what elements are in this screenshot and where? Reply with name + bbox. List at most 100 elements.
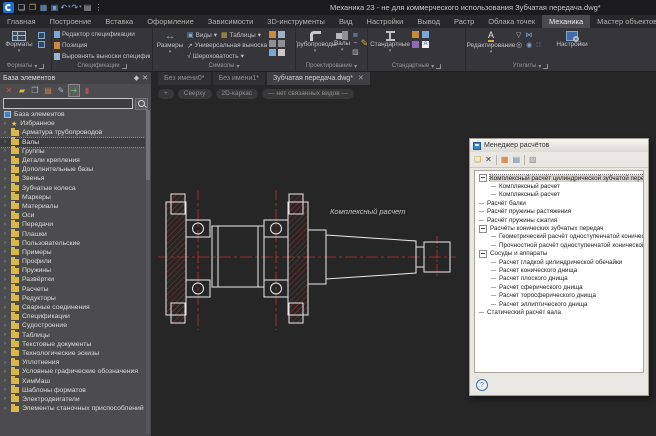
tree-item[interactable]: ›Сварные соединения bbox=[0, 303, 145, 312]
viewport-control-1[interactable]: Сверху bbox=[178, 89, 212, 99]
symbol-small-icon-2[interactable] bbox=[269, 40, 276, 47]
app-logo-icon[interactable] bbox=[3, 2, 14, 13]
tree-item[interactable]: ›Примеры bbox=[0, 248, 145, 257]
sync-base-icon[interactable]: ➔ bbox=[69, 85, 79, 96]
calc-tree-item[interactable]: Статический расчёт вала bbox=[475, 308, 643, 316]
save-calc-icon[interactable]: ▤ bbox=[512, 154, 520, 166]
ribbon-tab-построение[interactable]: Построение bbox=[43, 15, 99, 28]
expand-arrow-icon[interactable]: › bbox=[4, 350, 8, 356]
standard-text-icon[interactable]: A bbox=[422, 41, 429, 48]
help-icon[interactable]: ? bbox=[476, 379, 488, 391]
expand-arrow-icon[interactable]: › bbox=[4, 387, 8, 393]
recalc-icon[interactable]: ▦ bbox=[501, 154, 509, 166]
hatch-icon[interactable]: ▨ bbox=[352, 48, 359, 56]
symbol-small-icon-6[interactable] bbox=[278, 49, 285, 56]
ribbon-tab-главная[interactable]: Главная bbox=[0, 15, 43, 28]
ribbon-tab-механика[interactable]: Механика bbox=[542, 15, 590, 28]
ribbon-tab-облака точек[interactable]: Облака точек bbox=[481, 15, 542, 28]
format-small-icon-1[interactable] bbox=[38, 32, 45, 39]
dialog-launcher-icon[interactable] bbox=[122, 64, 127, 69]
calc-tree-item[interactable]: Комплексный расчет bbox=[475, 191, 643, 199]
tree-item[interactable]: ›Валы bbox=[0, 138, 145, 147]
edit-button[interactable]: A Редактирование ▾ bbox=[468, 30, 514, 61]
calc-tree-item[interactable]: Расчет конического днища bbox=[475, 266, 643, 274]
views-button[interactable]: ▣ Виды▾ bbox=[187, 30, 217, 40]
open-base-icon[interactable]: ▰ bbox=[17, 85, 27, 96]
expand-arrow-icon[interactable]: › bbox=[4, 213, 8, 219]
ribbon-tab-настройки[interactable]: Настройки bbox=[360, 15, 411, 28]
base-book-icon[interactable]: ▮ bbox=[82, 85, 92, 96]
tree-item[interactable]: ›Материалы bbox=[0, 202, 145, 211]
expand-arrow-icon[interactable]: › bbox=[4, 277, 8, 283]
standard-small-icon-1[interactable] bbox=[412, 31, 419, 38]
tree-item[interactable]: ›Пользовательские bbox=[0, 239, 145, 248]
tree-item[interactable]: ›Маркеры bbox=[0, 193, 145, 202]
tree-item[interactable]: ›Пружины bbox=[0, 266, 145, 275]
formats-button[interactable]: Форматы ▾ bbox=[2, 30, 36, 61]
expand-arrow-icon[interactable]: › bbox=[4, 259, 8, 265]
expand-arrow-icon[interactable]: › bbox=[4, 231, 8, 237]
expand-arrow-icon[interactable]: › bbox=[4, 323, 8, 329]
universal-leader-button[interactable]: ↗ Универсальная выноска▾ bbox=[187, 41, 267, 51]
symbol-small-icon-5[interactable] bbox=[278, 40, 285, 47]
expand-arrow-icon[interactable]: › bbox=[4, 249, 8, 255]
tree-item[interactable]: ›Плашки bbox=[0, 229, 145, 238]
copy-element-icon[interactable]: ❐ bbox=[30, 85, 40, 96]
symbol-small-icon-4[interactable] bbox=[278, 31, 285, 38]
expand-arrow-icon[interactable]: › bbox=[4, 378, 8, 384]
expand-arrow-icon[interactable]: › bbox=[4, 167, 8, 173]
calc-tree-item[interactable]: Расчет гладкой цилиндрической обечайки bbox=[475, 258, 643, 266]
new-file-icon[interactable]: ❏ bbox=[16, 1, 27, 14]
open-icon[interactable]: ❐ bbox=[27, 1, 38, 14]
expand-arrow-icon[interactable]: › bbox=[4, 158, 8, 164]
search-input[interactable] bbox=[3, 98, 133, 109]
expand-arrow-icon[interactable]: › bbox=[4, 314, 8, 320]
collapse-icon[interactable] bbox=[479, 174, 487, 182]
collapse-icon[interactable] bbox=[479, 250, 487, 258]
tree-item[interactable]: ›Редукторы bbox=[0, 294, 145, 303]
settings-button[interactable]: Настройки bbox=[554, 30, 590, 61]
standard-small-icon-2[interactable] bbox=[412, 41, 419, 48]
tree-item[interactable]: ›Арматура трубопроводов bbox=[0, 128, 145, 137]
dialog-launcher-icon[interactable] bbox=[543, 64, 548, 69]
measure-icon[interactable]: ▽ bbox=[516, 31, 521, 39]
edit-element-icon[interactable]: ✎ bbox=[56, 85, 66, 96]
ribbon-tab-растр[interactable]: Растр bbox=[447, 15, 481, 28]
expand-arrow-icon[interactable]: › bbox=[4, 341, 8, 347]
symbols-group-footer[interactable]: Символы▾ bbox=[153, 61, 295, 71]
tab-close-icon[interactable]: ✕ bbox=[358, 75, 364, 82]
standard-small-icon-3[interactable] bbox=[422, 31, 429, 38]
calc-tree-item[interactable]: Расчёты конических зубчатых передач bbox=[475, 224, 643, 232]
viewport-control-2[interactable]: 2D-каркас bbox=[216, 89, 259, 99]
redo-icon[interactable]: ↷▾ bbox=[71, 1, 82, 14]
expand-arrow-icon[interactable]: › bbox=[4, 286, 8, 292]
tree-root[interactable]: База элементов bbox=[0, 110, 145, 119]
expand-arrow-icon[interactable]: › bbox=[4, 305, 8, 311]
symbol-small-icon-1[interactable] bbox=[269, 31, 276, 38]
ribbon-tab-мастер объектов[interactable]: Мастер объектов bbox=[590, 15, 656, 28]
document-tab[interactable]: Без имени1* bbox=[213, 72, 266, 85]
mirror-icon[interactable]: ⋈ bbox=[525, 31, 532, 39]
expand-arrow-icon[interactable]: › bbox=[4, 369, 8, 375]
calc-tree-item[interactable]: Расчёт пружины сжатия bbox=[475, 216, 643, 224]
palette-header[interactable]: Менеджер расчётов bbox=[470, 139, 648, 152]
new-calc-icon[interactable]: ❏ bbox=[474, 154, 481, 166]
import-base-icon[interactable]: ▤ bbox=[43, 85, 53, 96]
standard-parts-button[interactable]: Стандартные ▾ bbox=[370, 30, 410, 61]
calc-tree-item[interactable]: Расчёт пружины растяжения bbox=[475, 208, 643, 216]
roughness-button[interactable]: √ Шероховатость▾ bbox=[187, 52, 267, 62]
expand-arrow-icon[interactable]: › bbox=[4, 194, 8, 200]
expand-arrow-icon[interactable]: › bbox=[4, 332, 8, 338]
gear-pair-icon[interactable]: ≣ bbox=[352, 31, 359, 39]
tree-item[interactable]: ›Детали крепления bbox=[0, 156, 145, 165]
position-button[interactable]: Позиция bbox=[54, 41, 150, 51]
dimensions-button[interactable]: ↔ Размеры ▾ bbox=[155, 30, 185, 61]
panel-scrollbar[interactable] bbox=[146, 110, 150, 434]
panel-close-icon[interactable]: ✕ bbox=[142, 74, 148, 82]
expand-arrow-icon[interactable]: › bbox=[4, 222, 8, 228]
calc-properties-icon[interactable]: ▨ bbox=[529, 154, 537, 166]
tree-item[interactable]: ›Элементы станочных приспособлений bbox=[0, 404, 145, 413]
inspect-icon[interactable]: ◎ bbox=[516, 41, 522, 49]
shafts-button[interactable]: Валы ▾ bbox=[334, 30, 350, 61]
viewport-control-3[interactable]: — нет связанных видов — bbox=[262, 89, 354, 99]
